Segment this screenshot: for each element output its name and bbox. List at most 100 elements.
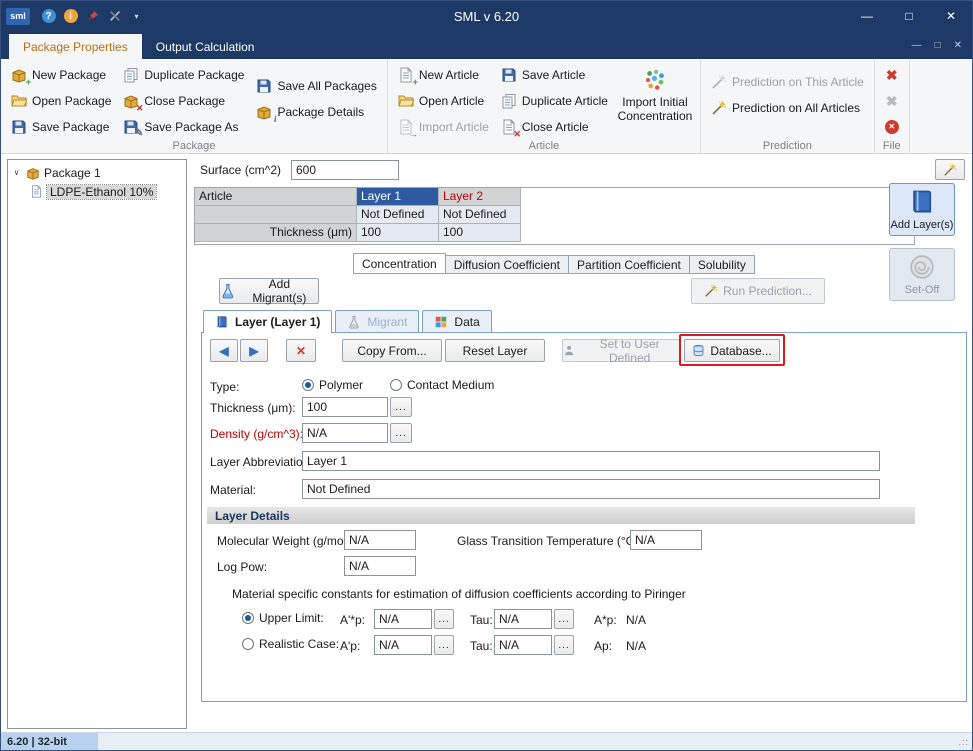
grid-cell-status-layer2[interactable]: Not Defined [439,206,521,224]
duplicate-icon [123,67,139,83]
tab-concentration[interactable]: Concentration [353,253,446,274]
grid-column-layer1[interactable]: Layer 1 [357,188,439,206]
tree-item-package[interactable]: ∨ Package 1 [8,163,186,182]
tab-partition-coefficient[interactable]: Partition Coefficient [569,255,690,274]
back-arrow-icon: ◀ [219,344,228,358]
grid-column-layer2[interactable]: Layer 2 [439,188,521,206]
new-package-button[interactable]: + New Package [5,64,117,87]
save-all-packages-button[interactable]: Save All Packages [250,74,382,97]
thickness-input[interactable] [302,397,388,417]
maximize-button[interactable]: □ [888,1,930,31]
upper-tau-browse-button[interactable]: ... [554,609,574,629]
density-label: Density (g/cm^3): [210,427,303,441]
contact-medium-radio[interactable]: Contact Medium [390,378,494,392]
reset-layer-button[interactable]: Reset Layer [445,339,545,362]
close-button[interactable]: ✕ [930,1,972,31]
save-package-button[interactable]: Save Package [5,115,117,138]
polymer-radio[interactable]: Polymer [302,378,363,392]
grid-cell-thickness-layer1[interactable]: 100 [357,224,439,242]
surface-input[interactable] [291,160,399,180]
tab-solubility[interactable]: Solubility [690,255,755,274]
upper-limit-radio[interactable]: Upper Limit: [242,611,324,625]
realistic-case-radio[interactable]: Realistic Case: [242,637,339,651]
tab-migrant[interactable]: Migrant [335,310,419,332]
pin-button[interactable] [83,7,102,26]
minimize-button[interactable]: — [846,1,888,31]
thickness-browse-button[interactable]: ... [390,397,412,417]
tab-output-calculation[interactable]: Output Calculation [142,34,269,59]
layer-details-header: Layer Details [207,507,915,524]
ap-browse-button[interactable]: ... [434,635,454,655]
magic-tools-button[interactable] [935,159,965,180]
tab-package-properties[interactable]: Package Properties [9,34,142,59]
qat-dropdown-button[interactable]: ▾ [127,7,146,26]
duplicate-article-button[interactable]: Duplicate Article [495,90,614,113]
prediction-all-articles-button[interactable]: Prediction on All Articles [705,96,870,119]
window-title: SML v 6.20 [1,9,972,24]
open-package-button[interactable]: Open Package [5,90,117,113]
apstar-input[interactable] [374,609,432,629]
material-input[interactable] [302,479,880,499]
wand-icon [711,100,727,116]
previous-layer-button[interactable]: ◀ [210,339,238,362]
data-grid-icon [434,315,448,329]
apstar-result-label: A*p: [594,613,617,627]
constants-note: Material specific constants for estimati… [232,587,686,601]
document-restore-button[interactable]: □ [935,40,941,51]
layer-abbreviation-input[interactable] [302,451,880,471]
document-minimize-button[interactable]: — [912,40,922,51]
chevron-down-icon: ▾ [134,12,138,21]
open-article-button[interactable]: Open Article [392,90,495,113]
tree-item-article[interactable]: LDPE-Ethanol 10% [8,182,186,201]
import-initial-concentration-button[interactable]: Import Initial Concentration [614,62,696,138]
tab-data[interactable]: Data [422,310,491,332]
close-package-button[interactable]: ✕ Close Package [117,90,250,113]
upper-tau-input[interactable] [494,609,552,629]
package-details-button[interactable]: i Package Details [250,100,382,123]
next-layer-button[interactable]: ▶ [240,339,268,362]
add-layers-button[interactable]: Add Layer(s) [889,183,955,236]
density-browse-button[interactable]: ... [390,423,412,443]
database-button[interactable]: Database... [684,339,780,362]
run-prediction-button[interactable]: Run Prediction... [691,278,825,304]
grid-cell-thickness-layer2[interactable]: 100 [439,224,521,242]
log-pow-input[interactable] [344,556,416,576]
tab-layer[interactable]: Layer (Layer 1) [203,310,332,333]
document-close-button[interactable]: ✕ [954,40,962,51]
real-tau-input[interactable] [494,635,552,655]
save-package-as-button[interactable]: ✎ Save Package As [117,115,250,138]
customize-button[interactable] [105,7,124,26]
duplicate-package-button[interactable]: Duplicate Package [117,64,250,87]
person-icon [563,344,575,357]
glass-transition-input[interactable] [630,530,702,550]
expander-icon[interactable]: ∨ [11,168,22,177]
density-input[interactable] [302,423,388,443]
set-off-button[interactable]: Set-Off [889,248,955,301]
floppy-icon [256,78,272,94]
close-article-button[interactable]: ✕ Close Article [495,115,614,138]
file-close-button[interactable]: ✖ [879,64,905,87]
tab-diffusion-coefficient[interactable]: Diffusion Coefficient [446,255,569,274]
pencil-badge-icon: ✎ [135,129,143,139]
resize-grip[interactable]: .:: [958,737,969,747]
ap-input[interactable] [374,635,432,655]
log-pow-label: Log Pow: [217,560,267,574]
import-article-button[interactable]: → Import Article [392,115,495,138]
set-to-user-defined-button[interactable]: Set to User Defined [562,339,680,362]
apstar-browse-button[interactable]: ... [434,609,454,629]
copy-from-button[interactable]: Copy From... [342,339,442,362]
delete-layer-button[interactable]: ✕ [286,339,316,362]
grid-cell-status-layer1[interactable]: Not Defined [357,206,439,224]
molecular-weight-label: Molecular Weight (g/mol): [217,534,354,548]
new-article-button[interactable]: + New Article [392,64,495,87]
glass-transition-label: Glass Transition Temperature (°C): [457,534,642,548]
real-tau-browse-button[interactable]: ... [554,635,574,655]
info-button[interactable]: i [61,7,80,26]
file-close-all-button[interactable]: ✖ [879,90,905,113]
save-article-button[interactable]: Save Article [495,64,614,87]
file-exit-button[interactable]: ✕ [879,115,905,138]
molecular-weight-input[interactable] [344,530,416,550]
help-button[interactable]: ? [39,7,58,26]
prediction-this-article-button[interactable]: Prediction on This Article [705,70,870,93]
add-migrants-button[interactable]: Add Migrant(s) [219,278,319,304]
